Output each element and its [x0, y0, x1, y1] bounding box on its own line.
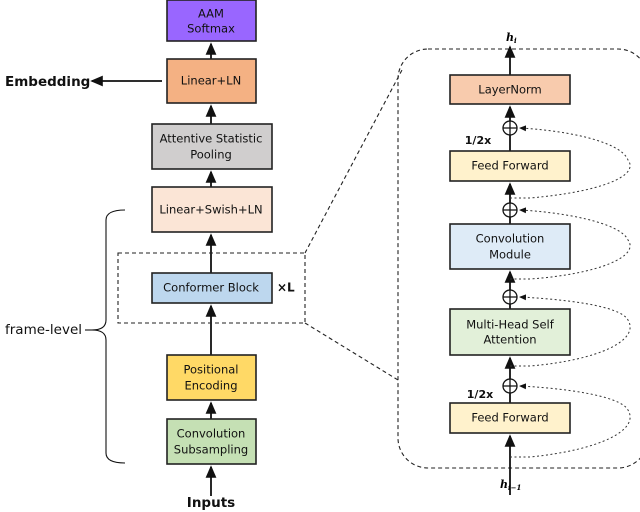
output-label: hi	[506, 31, 517, 45]
layernorm-label: LayerNorm	[478, 83, 541, 97]
positional-encoding-label: Encoding	[185, 379, 238, 393]
pooling-label: Pooling	[190, 148, 232, 162]
conformer-diagram: AAM Softmax Linear+LN Attentive Statisti…	[5, 0, 640, 511]
left-pipeline: AAM Softmax Linear+LN Attentive Statisti…	[5, 0, 403, 511]
half-scale-label: 1/2x	[465, 134, 491, 147]
conv-subsampling-label: Subsampling	[174, 443, 248, 457]
conformer-block-label: Conformer Block	[163, 281, 259, 295]
zoom-connector-top	[304, 69, 403, 254]
feed-forward-label: Feed Forward	[471, 411, 548, 425]
linear-ln-label: Linear+LN	[181, 74, 241, 88]
half-scale-label: 1/2x	[467, 388, 493, 401]
conv-subsampling-label: Convolution	[177, 427, 246, 441]
aam-softmax-label: Softmax	[187, 22, 235, 36]
mhsa-label: Attention	[483, 333, 536, 347]
pooling-label: Attentive Statistic	[160, 132, 263, 146]
linear-swish-ln-label: Linear+Swish+LN	[159, 203, 262, 217]
feed-forward-label: Feed Forward	[471, 159, 548, 173]
embedding-label: Embedding	[5, 74, 90, 90]
convolution-module-label: Convolution	[476, 232, 545, 246]
add-icon	[502, 378, 518, 394]
positional-encoding-label: Positional	[183, 363, 238, 377]
add-icon	[502, 120, 518, 136]
frame-level-label: frame-level	[5, 322, 82, 338]
add-icon	[502, 202, 518, 218]
repeat-label: ×L	[277, 281, 295, 295]
mhsa-label: Multi-Head Self	[466, 318, 555, 332]
convolution-module-label: Module	[489, 248, 531, 262]
inputs-label: Inputs	[187, 495, 235, 511]
add-icon	[502, 289, 518, 305]
frame-level-brace	[91, 209, 126, 464]
aam-softmax-label: AAM	[198, 7, 224, 21]
zoom-connector-bottom	[304, 322, 399, 381]
conformer-block-detail: LayerNorm 1/2x Feed Forward Convolution …	[397, 31, 640, 495]
